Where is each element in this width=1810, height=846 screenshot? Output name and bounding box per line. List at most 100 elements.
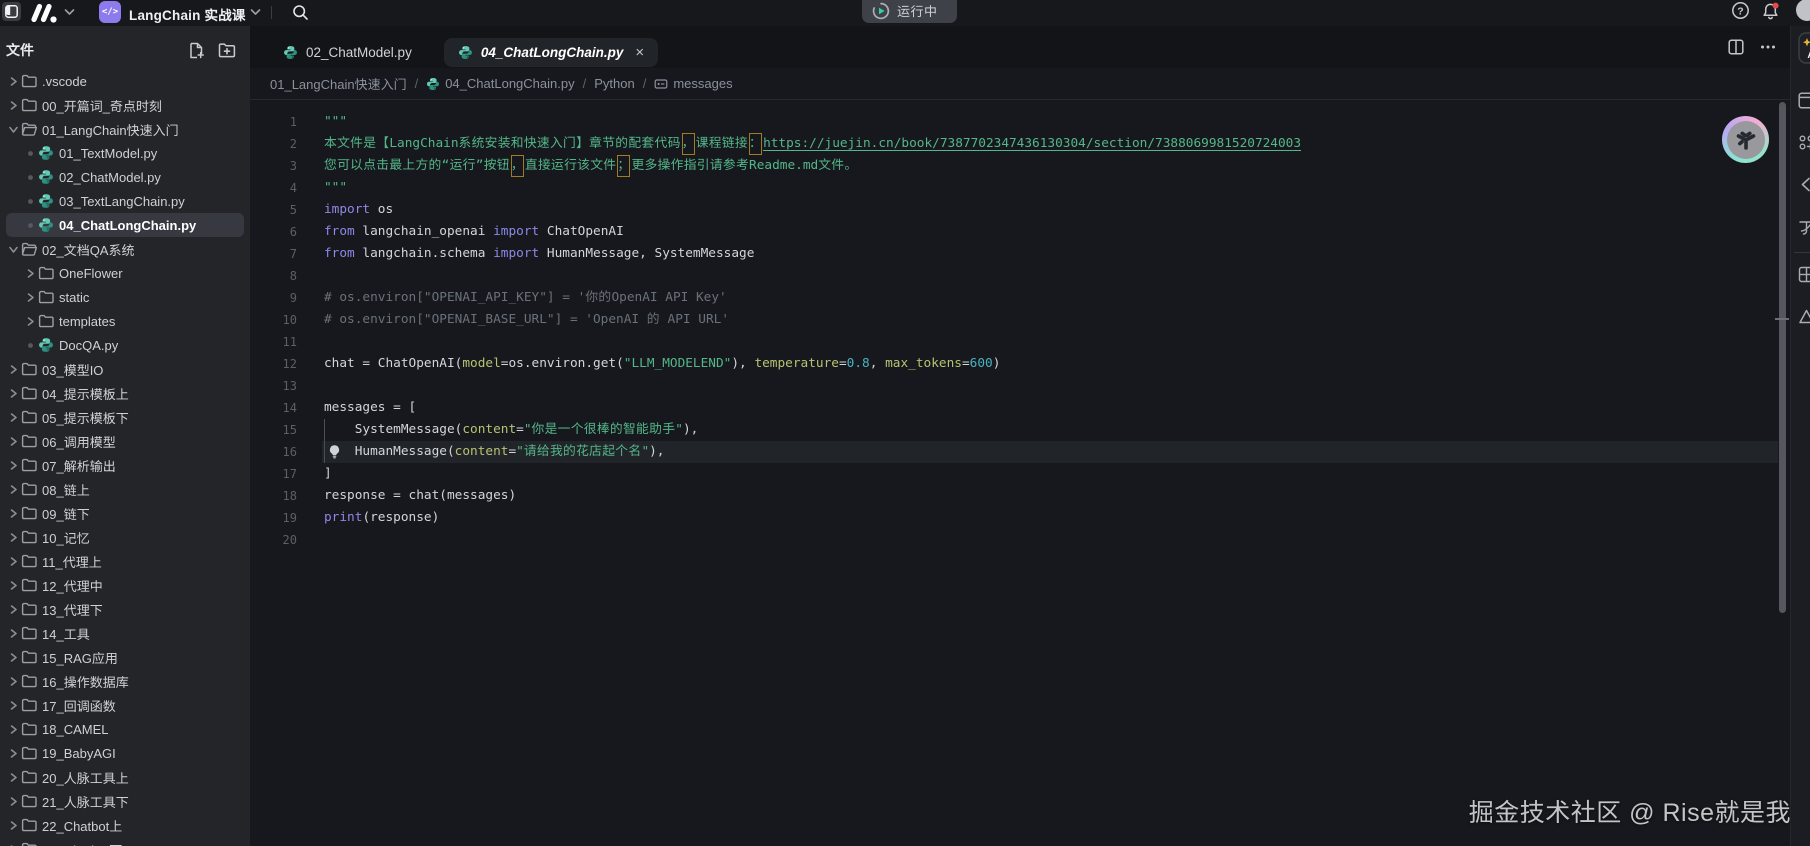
split-editor-button[interactable]	[1728, 39, 1744, 55]
chevron-right-icon	[9, 437, 18, 446]
folder-icon	[21, 841, 37, 846]
tree-folder-16_操作数据库[interactable]: 16_操作数据库	[6, 669, 244, 693]
dot-icon	[26, 149, 35, 158]
tree-item-label: 07_解析输出	[42, 456, 116, 475]
tree-file-04_ChatLongChain.py[interactable]: 04_ChatLongChain.py	[6, 213, 244, 237]
chevron-right-icon	[9, 389, 18, 398]
file-explorer-sidebar: 文件 .vscode 00_开篇词_奇点时刻 01_LangChain快速入门 …	[0, 26, 250, 846]
tree-folder-08_链上[interactable]: 08_链上	[6, 477, 244, 501]
tree-folder-00_开篇词_奇点时刻[interactable]: 00_开篇词_奇点时刻	[6, 93, 244, 117]
code-editor[interactable]: 1"""2本文件是【LangChain系统安装和快速入门】章节的配套代码，课程链…	[250, 101, 1790, 846]
tab-02_ChatModel.py[interactable]: 02_ChatModel.py	[250, 36, 436, 68]
new-folder-button[interactable]	[218, 42, 236, 59]
close-icon[interactable]: ×	[635, 45, 644, 60]
tree-folder-22_Chatbot上[interactable]: 22_Chatbot上	[6, 813, 244, 837]
user-avatar[interactable]	[1796, 0, 1810, 21]
help-button[interactable]: ?	[1731, 1, 1750, 20]
project-title[interactable]: LangChain 实战课	[129, 4, 246, 24]
lightbulb-icon[interactable]	[327, 444, 342, 459]
glyph-icon[interactable]	[1798, 218, 1810, 235]
tab-label: 02_ChatModel.py	[306, 45, 412, 60]
tree-folder-05_提示模板下[interactable]: 05_提示模板下	[6, 405, 244, 429]
tree-folder-17_回调函数[interactable]: 17_回调函数	[6, 693, 244, 717]
tree-folder-11_代理上[interactable]: 11_代理上	[6, 549, 244, 573]
tree-item-label: 12_代理中	[42, 576, 103, 595]
tree-folder-OneFlower[interactable]: OneFlower	[6, 261, 244, 285]
tree-folder-19_BabyAGI[interactable]: 19_BabyAGI	[6, 741, 244, 765]
tree-item-label: OneFlower	[59, 266, 123, 281]
tree-folder-14_工具[interactable]: 14_工具	[6, 621, 244, 645]
tree-folder-21_人脉工具下[interactable]: 21_人脉工具下	[6, 789, 244, 813]
tree-folder-07_解析输出[interactable]: 07_解析输出	[6, 453, 244, 477]
tree-file-03_TextLangChain.py[interactable]: 03_TextLangChain.py	[6, 189, 244, 213]
tree-item-label: .vscode	[42, 74, 87, 89]
breadcrumb-label: messages	[673, 76, 732, 91]
code-line-15: 15 SystemMessage(content="你是一个很棒的智能助手"),	[250, 419, 1790, 441]
tree-folder-03_模型IO[interactable]: 03_模型IO	[6, 357, 244, 381]
tree-item-label: 14_工具	[42, 624, 90, 643]
tree-folder-static[interactable]: static	[6, 285, 244, 309]
preview-icon[interactable]	[1798, 92, 1810, 109]
panel-toggle-button[interactable]	[2, 2, 21, 21]
new-file-button[interactable]	[188, 42, 205, 59]
logo-chevron-down-icon[interactable]	[64, 8, 75, 16]
code-line-16: 16 HumanMessage(content="请给我的花店起个名"),	[250, 441, 1790, 463]
chevron-right-icon	[9, 461, 18, 470]
breadcrumb-item[interactable]: 01_LangChain快速入门	[270, 74, 407, 93]
tree-item-label: 08_链上	[42, 480, 90, 499]
chevron-right-icon	[9, 581, 18, 590]
folder-icon	[38, 265, 54, 281]
breadcrumb-item[interactable]: Python	[594, 76, 634, 91]
project-chevron-down-icon[interactable]	[250, 8, 261, 16]
breadcrumb-item[interactable]: 04_ChatLongChain.py	[426, 76, 574, 91]
tree-folder-templates[interactable]: templates	[6, 309, 244, 333]
project-code-badge-icon[interactable]: </>	[99, 1, 121, 23]
tree-folder-13_代理下[interactable]: 13_代理下	[6, 597, 244, 621]
tree-folder-10_记忆[interactable]: 10_记忆	[6, 525, 244, 549]
watermark: 掘金技术社区 @ Rise就是我	[1469, 793, 1791, 829]
folder-icon	[21, 673, 37, 689]
tree-folder-09_链下[interactable]: 09_链下	[6, 501, 244, 525]
shape-icon[interactable]	[1798, 308, 1810, 325]
code-line-10: 10# os.environ["OPENAI_BASE_URL"] = 'Ope…	[250, 309, 1790, 331]
run-button[interactable]: 运行中	[862, 0, 957, 23]
folder-icon	[21, 601, 37, 617]
dot-icon	[26, 221, 35, 230]
tree-folder-.vscode[interactable]: .vscode	[6, 69, 244, 93]
code-line-20: 20	[250, 529, 1790, 551]
tree-folder-02_文档QA系统[interactable]: 02_文档QA系统	[6, 237, 244, 261]
tree-item-label: 11_代理上	[42, 552, 102, 571]
tree-file-01_TextModel.py[interactable]: 01_TextModel.py	[6, 141, 244, 165]
tree-folder-04_提示模板上[interactable]: 04_提示模板上	[6, 381, 244, 405]
tree-folder-06_调用模型[interactable]: 06_调用模型	[6, 429, 244, 453]
chevron-left-icon[interactable]	[1798, 176, 1810, 193]
ai-assistant-badge[interactable]: A	[1798, 32, 1810, 64]
chevron-right-icon	[9, 701, 18, 710]
ai-assistant-logo-icon	[1727, 121, 1765, 159]
search-button[interactable]	[292, 4, 309, 21]
tab-04_ChatLongChain.py[interactable]: 04_ChatLongChain.py×	[444, 38, 658, 67]
python-icon	[38, 217, 54, 233]
python-icon	[426, 77, 440, 91]
tree-item-label: DocQA.py	[59, 338, 118, 353]
tree-folder-15_RAG应用[interactable]: 15_RAG应用	[6, 645, 244, 669]
tree-folder-18_CAMEL[interactable]: 18_CAMEL	[6, 717, 244, 741]
breadcrumb-item[interactable]: messages	[654, 76, 732, 91]
marscode-logo[interactable]	[28, 2, 60, 24]
folder-icon	[21, 793, 37, 809]
editor-scrollbar[interactable]	[1779, 102, 1786, 613]
grid-icon[interactable]	[1798, 266, 1810, 283]
tree-folder-12_代理中[interactable]: 12_代理中	[6, 573, 244, 597]
right-activity-bar: A	[1790, 26, 1810, 846]
tree-file-DocQA.py[interactable]: DocQA.py	[6, 333, 244, 357]
more-actions-button[interactable]	[1760, 39, 1776, 55]
tree-file-02_ChatModel.py[interactable]: 02_ChatModel.py	[6, 165, 244, 189]
plugin-icon[interactable]	[1798, 134, 1810, 151]
code-line-9: 9# os.environ["OPENAI_API_KEY"] = '你的Ope…	[250, 287, 1790, 309]
notifications-button[interactable]	[1761, 2, 1780, 21]
code-line-8: 8	[250, 265, 1790, 287]
tree-folder-20_人脉工具上[interactable]: 20_人脉工具上	[6, 765, 244, 789]
tree-folder-01_LangChain快速入门[interactable]: 01_LangChain快速入门	[6, 117, 244, 141]
ai-assistant-fab[interactable]	[1722, 116, 1769, 163]
tree-folder-23_Chatbot下[interactable]: 23_Chatbot下	[6, 837, 244, 846]
